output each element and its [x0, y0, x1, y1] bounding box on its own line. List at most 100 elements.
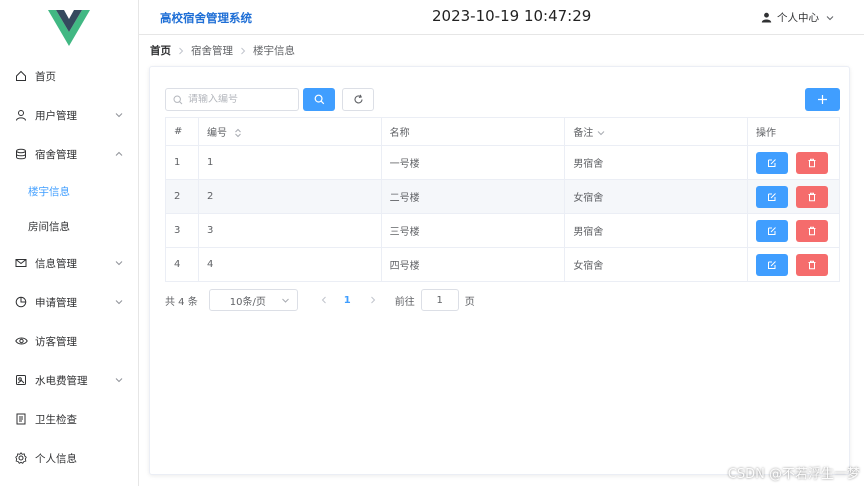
table-row: 1 1 一号楼 男宿舍	[165, 145, 841, 180]
search-input-wrapper[interactable]	[165, 88, 299, 111]
prev-page-button[interactable]	[316, 296, 332, 304]
sidebar-item-label: 卫生检查	[35, 413, 77, 426]
user-icon	[761, 12, 772, 23]
cell-note: 女宿舍	[564, 179, 748, 214]
sidebar-item-utility[interactable]: 水电费管理	[0, 365, 139, 395]
column-header-label: 编号	[206, 128, 227, 139]
sidebar-item-info[interactable]: 信息管理	[0, 248, 139, 278]
sidebar-item-home[interactable]: 首页	[0, 61, 139, 91]
table-row: 4 4 四号楼 女宿舍	[165, 247, 841, 282]
cell-name: 四号楼	[380, 247, 566, 282]
breadcrumb-home[interactable]: 首页	[150, 43, 171, 58]
column-header-note[interactable]: 备注	[564, 117, 748, 146]
cell-name: 一号楼	[380, 145, 566, 180]
sidebar-item-label: 用户管理	[35, 109, 77, 122]
chevron-right-icon	[177, 47, 185, 55]
meter-icon	[14, 373, 28, 387]
edit-icon	[767, 158, 776, 167]
delete-button[interactable]	[795, 219, 828, 242]
cell-note: 男宿舍	[564, 145, 748, 180]
column-header-name: 名称	[380, 117, 566, 146]
cell-index: 2	[165, 179, 199, 214]
cell-name: 三号楼	[380, 213, 566, 248]
trash-icon	[808, 158, 816, 167]
chevron-down-icon	[281, 298, 289, 303]
sort-icon[interactable]	[234, 128, 242, 138]
user-center-label: 个人中心	[777, 12, 819, 24]
sidebar-item-label: 访客管理	[35, 335, 77, 348]
add-button[interactable]	[805, 88, 840, 111]
watermark: CSDN @不若浮生一梦	[727, 467, 860, 482]
chevron-down-icon	[115, 113, 123, 118]
column-header-index: #	[165, 117, 199, 146]
page-size-select[interactable]: 10条/页	[208, 289, 298, 311]
delete-button[interactable]	[795, 151, 828, 174]
pagination-total: 共 4 条	[165, 296, 198, 308]
chevron-down-icon	[115, 378, 123, 383]
top-header: 高校宿舍管理系统 2023-10-19 10:47:29 个人中心	[139, 0, 864, 35]
edit-button[interactable]	[755, 151, 788, 174]
chevron-right-icon	[239, 47, 247, 55]
filter-arrow-icon[interactable]	[597, 129, 605, 137]
eye-icon	[14, 334, 28, 348]
sidebar-item-apply[interactable]: 申请管理	[0, 287, 139, 317]
delete-button[interactable]	[795, 253, 828, 276]
edit-icon	[767, 192, 776, 201]
breadcrumb-dorm: 宿舍管理	[191, 45, 233, 57]
refresh-icon	[354, 94, 363, 104]
cell-operation	[746, 145, 841, 180]
pie-chart-icon	[14, 295, 28, 309]
chevron-right-icon	[370, 296, 375, 304]
sidebar-item-visitor[interactable]: 访客管理	[0, 326, 139, 356]
sidebar-item-users[interactable]: 用户管理	[0, 100, 139, 130]
column-header-label: 备注	[573, 128, 594, 139]
table-row: 3 3 三号楼 男宿舍	[165, 213, 841, 248]
page-unit-label: 页	[464, 296, 475, 308]
cell-code: 3	[197, 213, 382, 248]
sidebar-item-label: 申请管理	[35, 296, 77, 309]
edit-icon	[767, 260, 776, 269]
search-button[interactable]	[303, 88, 335, 111]
home-icon	[14, 69, 28, 83]
cell-code: 4	[197, 247, 382, 282]
mail-icon	[14, 256, 28, 270]
sidebar-item-hygiene[interactable]: 卫生检查	[0, 404, 139, 434]
vue-logo	[48, 10, 90, 46]
page-number[interactable]: 1	[344, 295, 351, 306]
pagination: 共 4 条 10条/页 1 前往 页	[165, 289, 475, 311]
sidebar-subitem-building[interactable]: 楼宇信息	[0, 177, 139, 205]
chevron-down-icon	[115, 300, 123, 305]
edit-button[interactable]	[755, 253, 788, 276]
breadcrumb-building: 楼宇信息	[253, 45, 295, 57]
next-page-button[interactable]	[365, 296, 381, 304]
cell-operation	[746, 213, 841, 248]
user-center-dropdown[interactable]: 个人中心	[761, 10, 840, 25]
goto-page-input[interactable]	[420, 289, 459, 311]
cell-index: 3	[165, 213, 199, 248]
sidebar-subitem-room[interactable]: 房间信息	[0, 212, 139, 240]
column-header-operation: 操作	[746, 117, 841, 146]
cell-index: 1	[165, 145, 199, 180]
cell-note: 男宿舍	[564, 213, 748, 248]
column-header-code[interactable]: 编号	[197, 117, 382, 146]
cell-operation	[746, 247, 841, 282]
building-table: # 编号 名称 备注 操作 1 1 一号楼 男宿舍 2 2 二号楼 女宿舍 3 …	[165, 117, 841, 282]
edit-button[interactable]	[755, 185, 788, 208]
edit-icon	[767, 226, 776, 235]
cell-code: 2	[197, 179, 382, 214]
chevron-up-icon	[115, 151, 123, 156]
reset-button[interactable]	[342, 88, 374, 111]
cell-note: 女宿舍	[564, 247, 748, 282]
breadcrumb: 首页 宿舍管理 楼宇信息	[150, 43, 295, 58]
trash-icon	[808, 226, 816, 235]
trash-icon	[808, 192, 816, 201]
page-size-value: 10条/页	[229, 296, 266, 308]
edit-button[interactable]	[755, 219, 788, 242]
search-input[interactable]	[188, 94, 288, 105]
table-row: 2 2 二号楼 女宿舍	[165, 179, 841, 214]
sidebar-item-profile[interactable]: 个人信息	[0, 443, 139, 473]
sidebar-item-label: 信息管理	[35, 257, 77, 270]
cell-operation	[746, 179, 841, 214]
delete-button[interactable]	[795, 185, 828, 208]
sidebar-item-dorm[interactable]: 宿舍管理	[0, 139, 139, 169]
